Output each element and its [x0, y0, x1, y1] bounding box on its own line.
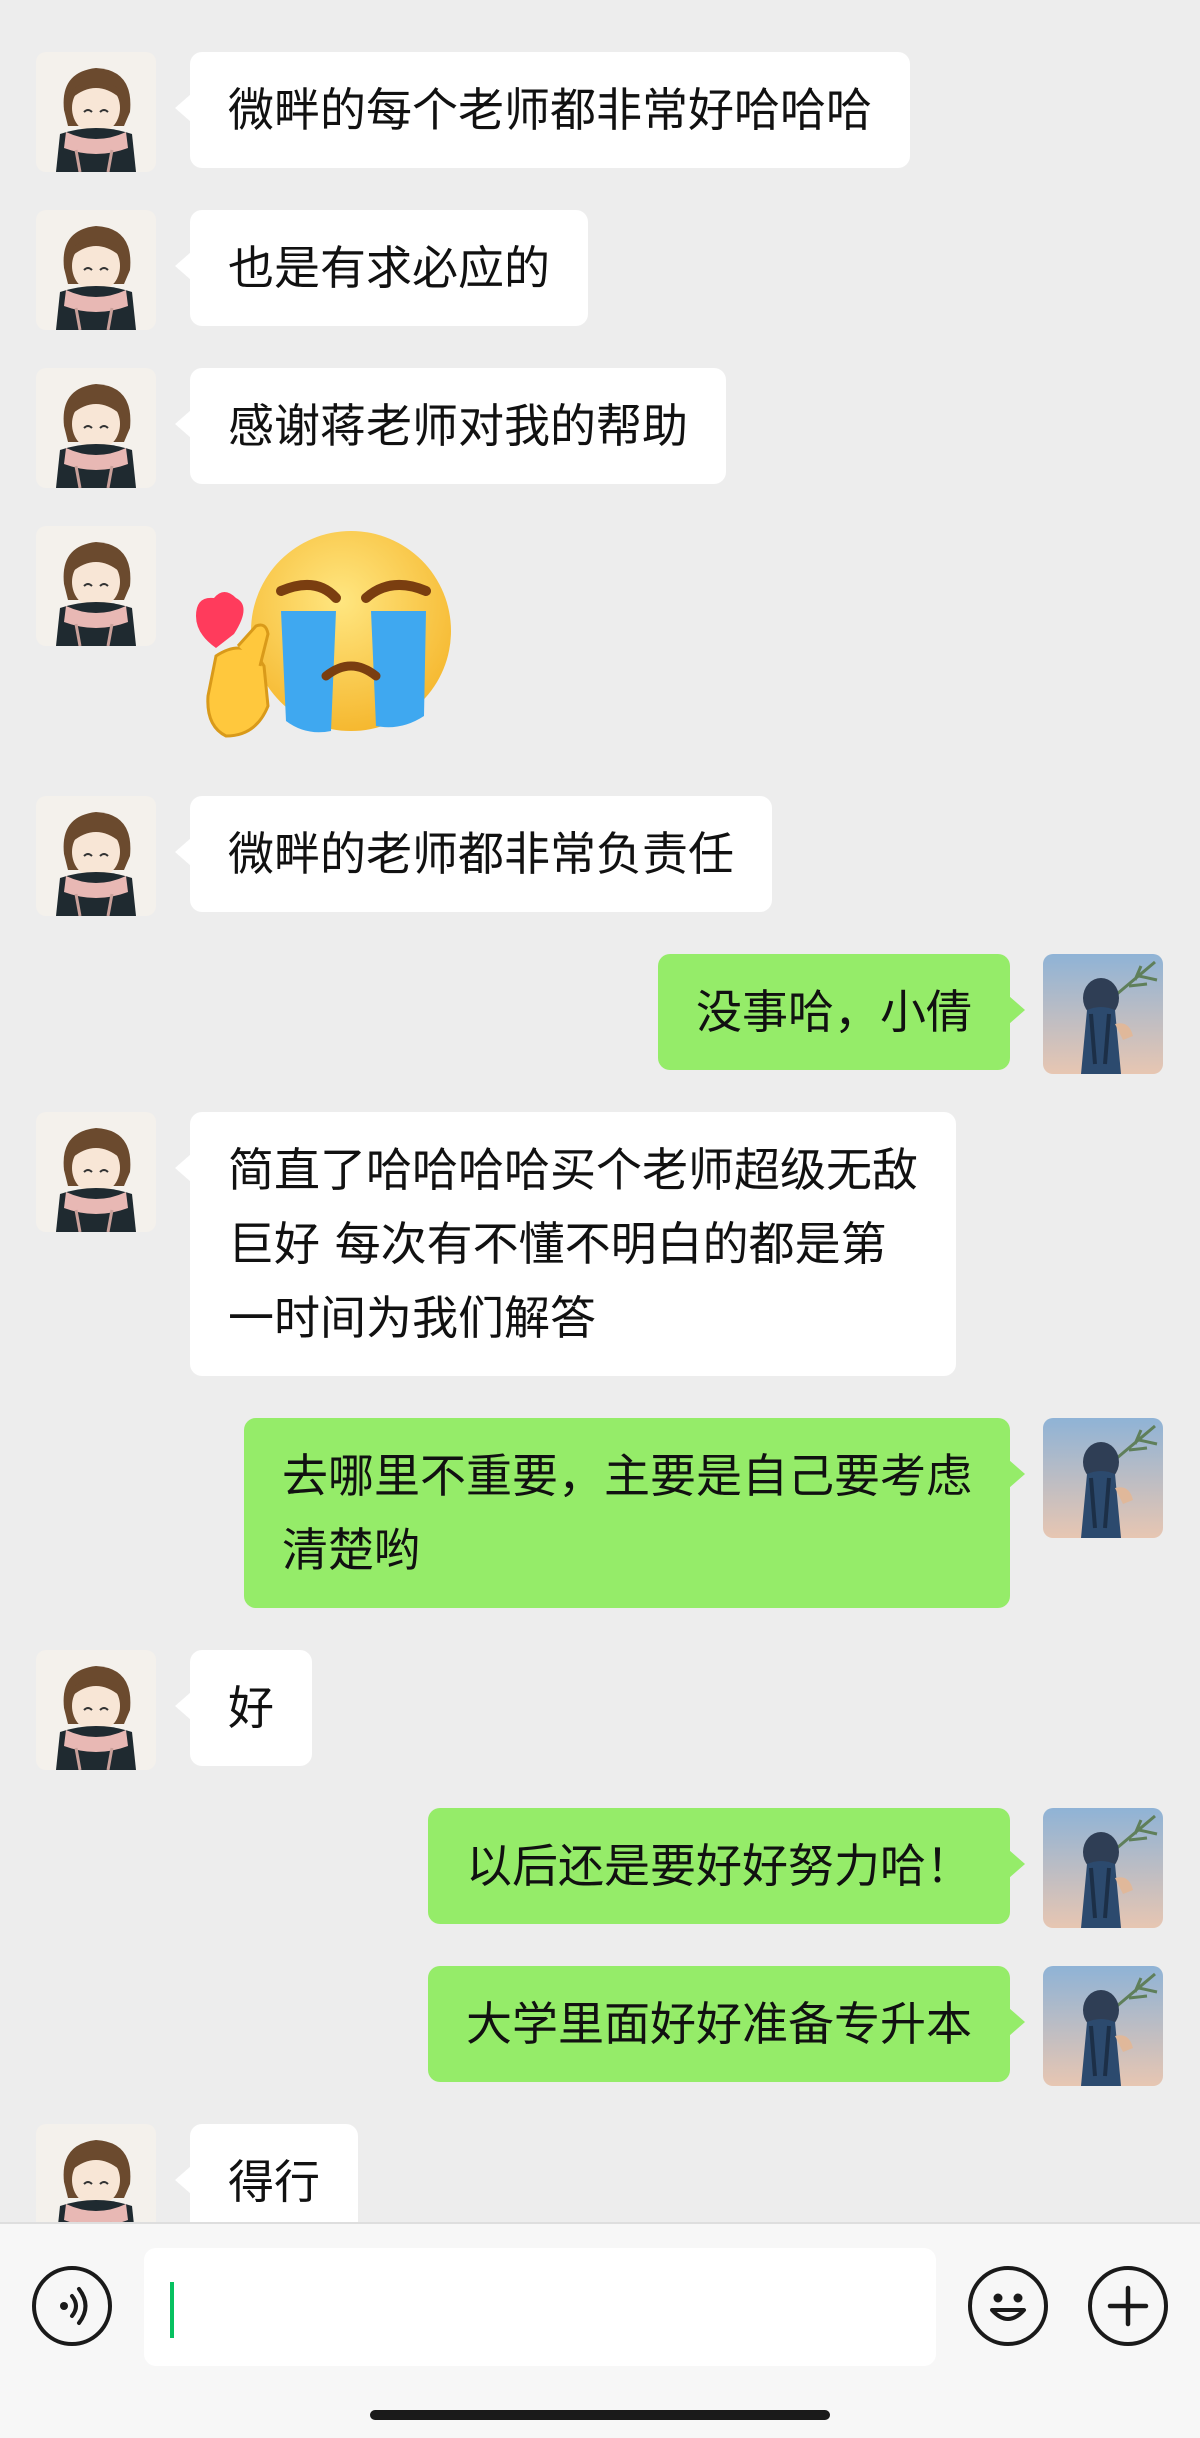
- contact-avatar[interactable]: [36, 1650, 156, 1770]
- contact-avatar[interactable]: [36, 1112, 156, 1232]
- home-indicator[interactable]: [370, 2410, 830, 2420]
- text-cursor: [170, 2282, 174, 2338]
- voice-icon[interactable]: [32, 2266, 112, 2346]
- input-toolbar: [0, 2222, 1200, 2438]
- my-avatar[interactable]: [1043, 954, 1163, 1074]
- my-avatar[interactable]: [1043, 1418, 1163, 1538]
- chat-area[interactable]: 微畔的每个老师都非常好哈哈哈 也是有求必应的 感谢蒋老师对我的帮助 微畔的老师都…: [0, 0, 1200, 2222]
- contact-avatar[interactable]: [36, 796, 156, 916]
- message-bubble[interactable]: 去哪里不重要，主要是自己要考虑 清楚哟: [244, 1418, 1025, 1608]
- message-bubble[interactable]: 大学里面好好准备专升本: [428, 1966, 1025, 2082]
- message-bubble[interactable]: 好: [175, 1650, 312, 1766]
- contact-avatar[interactable]: [36, 526, 156, 646]
- message-bubble[interactable]: 微畔的每个老师都非常好哈哈哈: [175, 52, 910, 168]
- my-avatar[interactable]: [1043, 1966, 1163, 2086]
- emoji-icon[interactable]: [968, 2266, 1048, 2346]
- message-bubble[interactable]: 微畔的老师都非常负责任: [175, 796, 772, 912]
- crying-face-finger-heart-sticker[interactable]: [186, 526, 486, 766]
- plus-icon[interactable]: [1088, 2266, 1168, 2346]
- contact-avatar[interactable]: [36, 2124, 156, 2222]
- my-avatar[interactable]: [1043, 1808, 1163, 1928]
- message-bubble[interactable]: 也是有求必应的: [175, 210, 588, 326]
- message-bubble[interactable]: 得行: [175, 2124, 358, 2222]
- contact-avatar[interactable]: [36, 52, 156, 172]
- message-bubble[interactable]: 没事哈，小倩: [658, 954, 1025, 1070]
- message-bubble[interactable]: 感谢蒋老师对我的帮助: [175, 368, 726, 484]
- message-input[interactable]: [144, 2248, 936, 2366]
- message-bubble[interactable]: 简直了哈哈哈哈买个老师超级无敌 巨好 每次有不懂不明白的都是第 一时间为我们解答: [175, 1112, 956, 1376]
- message-bubble[interactable]: 以后还是要好好努力哈！: [428, 1808, 1025, 1924]
- contact-avatar[interactable]: [36, 210, 156, 330]
- contact-avatar[interactable]: [36, 368, 156, 488]
